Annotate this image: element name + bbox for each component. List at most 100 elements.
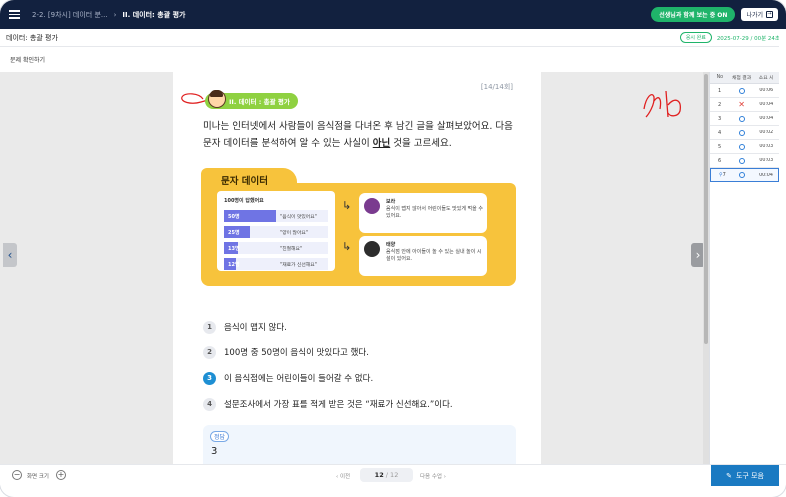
pen-icon: ✎: [726, 471, 732, 480]
scrollbar-thumb[interactable]: [704, 74, 708, 344]
survey-row: 50명 "음식이 맛있어요": [224, 210, 328, 222]
survey-row: 25명 "양이 많아요": [224, 226, 328, 238]
option-number: 1: [203, 320, 216, 334]
next-lesson-button[interactable]: 다음 수업 ›: [420, 472, 446, 480]
survey-comment: "음식이 맛있어요": [280, 215, 317, 220]
survey-count: 12명: [228, 262, 240, 268]
table-row[interactable]: 2 ✕ 00:04: [710, 98, 779, 112]
answer-option[interactable]: 1 음식이 맵지 않다.: [203, 320, 287, 334]
table-row[interactable]: 5 00:03: [710, 140, 779, 154]
live-with-teacher-toggle[interactable]: 선생님과 함께 보는 중 ON: [651, 7, 736, 22]
sub-header: 문제 확인하기: [0, 47, 786, 72]
unit-label: II. 데이터 : 총괄 평가: [229, 98, 290, 106]
table-row[interactable]: 3 00:04: [710, 112, 779, 126]
card-body: 100명이 답했어요 50명 "음식이 맛있어요" 25명 "양이 많아요" 1…: [201, 183, 516, 286]
correct-icon: [738, 129, 745, 136]
card-title: 문자 데이터: [221, 176, 269, 187]
emphasis-word: 아닌: [372, 138, 391, 149]
breadcrumb-separator: ›: [113, 10, 117, 19]
title-bar: 데이터: 총괄 평가 응시 완료 2025-07-29 / 00분 24초: [0, 29, 786, 47]
prev-page-arrow[interactable]: ‹: [3, 243, 17, 267]
survey-row: 13명 "친절해요": [224, 242, 328, 254]
tools-button[interactable]: ✎ 도구 모음: [711, 465, 779, 486]
table-row-active[interactable]: ⚲7 00:04: [710, 168, 779, 182]
avatar: [364, 241, 380, 257]
character-icon: [208, 90, 226, 108]
exit-button[interactable]: 나가기 →: [741, 8, 778, 21]
exit-icon: →: [766, 11, 773, 18]
survey-comment: "재료가 신선해요": [280, 263, 317, 268]
speech-bubble: 보라 음식이 맵지 않아서 어린이들도 맛있게 먹을 수 있어요.: [359, 193, 487, 233]
survey-count: 50명: [228, 214, 240, 220]
option-text: 음식이 맵지 않다.: [224, 323, 287, 333]
header-no: No: [716, 75, 724, 80]
breadcrumb-current: II. 데이터: 총괄 평가: [122, 10, 186, 19]
survey-comment: "양이 많아요": [280, 231, 309, 236]
question-counter: [14/14회]: [480, 83, 513, 91]
survey-title: 100명이 답했어요: [224, 198, 264, 204]
zoom-out-button[interactable]: −: [12, 470, 22, 480]
speech-text: 음식이 맵지 않아서 어린이들도 맛있게 먹을 수 있어요.: [386, 206, 483, 219]
answer-option[interactable]: 3 이 음식점에는 어린이들이 들어갈 수 없다.: [203, 371, 373, 385]
page-indicator: 12 / 12: [360, 468, 413, 482]
correct-icon: [738, 87, 745, 94]
answer-option[interactable]: 4 설문조사에서 가장 표를 적게 받은 것은 “재료가 신선해요.”이다.: [203, 397, 453, 411]
question-paper: [14/14회] II. 데이터 : 총괄 평가 미나는 인터넷에서 사람들이 …: [173, 72, 541, 464]
question-text: 미나는 인터넷에서 사람들이 음식점을 다녀온 후 남긴 글을 살펴보았어요. …: [203, 121, 513, 149]
table-row[interactable]: 1 00:06: [710, 84, 779, 98]
content-area: ‹ [14/14회] II. 데이터 : 총괄 평가 미나는 인터넷에서 사람들…: [0, 72, 709, 464]
prev-button[interactable]: ‹ 이전: [336, 472, 350, 480]
table-row[interactable]: 6 00:03: [710, 154, 779, 168]
results-table: No 채점 결과 소요 시 1 00:06 2 ✕ 00:04 3 00:04 4 00:…: [709, 72, 779, 464]
page-title: 데이터: 총괄 평가: [6, 33, 58, 42]
survey-panel: 100명이 답했어요 50명 "음식이 맛있어요" 25명 "양이 많아요" 1…: [217, 191, 335, 271]
status-badge: 응시 완료: [679, 32, 712, 43]
unit-pill: II. 데이터 : 총괄 평가: [205, 90, 298, 109]
section-label: 문제 확인하기: [10, 57, 46, 64]
top-bar: 2-2. [9차시] 데이터 분... › II. 데이터: 총괄 평가 선생님…: [0, 0, 786, 29]
header-time: 소요 시: [758, 76, 774, 81]
option-text: 100명 중 50명이 음식이 맛있다고 했다.: [224, 348, 369, 358]
answer-value: 3: [211, 446, 218, 457]
option-number-selected: 3: [203, 371, 216, 385]
survey-count: 13명: [228, 246, 240, 252]
wrong-icon: ✕: [738, 99, 745, 109]
correct-icon: [738, 115, 745, 122]
arrow-icon: ↳: [342, 199, 352, 212]
page-current: 12: [374, 471, 384, 479]
window-edge: [779, 29, 786, 464]
page-total: / 12: [385, 471, 399, 479]
survey-comment: "친절해요": [280, 247, 303, 252]
option-number: 2: [203, 345, 216, 359]
results-header: No 채점 결과 소요 시: [710, 72, 779, 84]
answer-option[interactable]: 2 100명 중 50명이 음식이 맛있다고 했다.: [203, 345, 369, 359]
hamburger-menu-icon[interactable]: [0, 0, 28, 29]
option-text: 설문조사에서 가장 표를 적게 받은 것은 “재료가 신선해요.”이다.: [224, 400, 453, 410]
zoom-in-button[interactable]: +: [56, 470, 66, 480]
speaker-name: 태양: [386, 242, 396, 248]
answer-panel: 정답 3: [203, 425, 516, 464]
survey-row: 12명 "재료가 신선해요": [224, 258, 328, 270]
correct-icon: [738, 172, 745, 178]
table-row[interactable]: 4 00:02: [710, 126, 779, 140]
option-text: 이 음식점에는 어린이들이 들어갈 수 없다.: [224, 374, 374, 384]
correct-icon: [738, 143, 745, 150]
option-number: 4: [203, 397, 216, 411]
red-pen-annotation: [643, 90, 681, 118]
submit-time: 2025-07-29 / 00분 24초: [716, 35, 780, 42]
header-result: 채점 결과: [731, 76, 752, 81]
avatar: [364, 198, 380, 214]
tools-label: 도구 모음: [735, 471, 764, 480]
exit-label: 나가기: [746, 12, 763, 19]
app-window: 2-2. [9차시] 데이터 분... › II. 데이터: 총괄 평가 선생님…: [0, 0, 786, 497]
speech-text: 음식점 안에 아이들이 놀 수 있는 실내 놀이 시설이 있어요.: [386, 249, 482, 262]
speech-bubble: 태양 음식점 안에 아이들이 놀 수 있는 실내 놀이 시설이 있어요.: [359, 236, 487, 276]
survey-count: 25명: [228, 230, 240, 236]
breadcrumb-parent[interactable]: 2-2. [9차시] 데이터 분...: [32, 10, 108, 20]
arrow-icon: ↳: [342, 240, 352, 253]
text-data-card: 100명이 답했어요 50명 "음식이 맛있어요" 25명 "양이 많아요" 1…: [201, 168, 516, 286]
speaker-name: 보라: [386, 199, 396, 205]
zoom-label: 화면 크기: [27, 474, 49, 480]
correct-icon: [738, 157, 745, 164]
bottom-bar: − 화면 크기 + ‹ 이전 12 / 12 다음 수업 › ✎ 도구 모음: [0, 464, 786, 486]
